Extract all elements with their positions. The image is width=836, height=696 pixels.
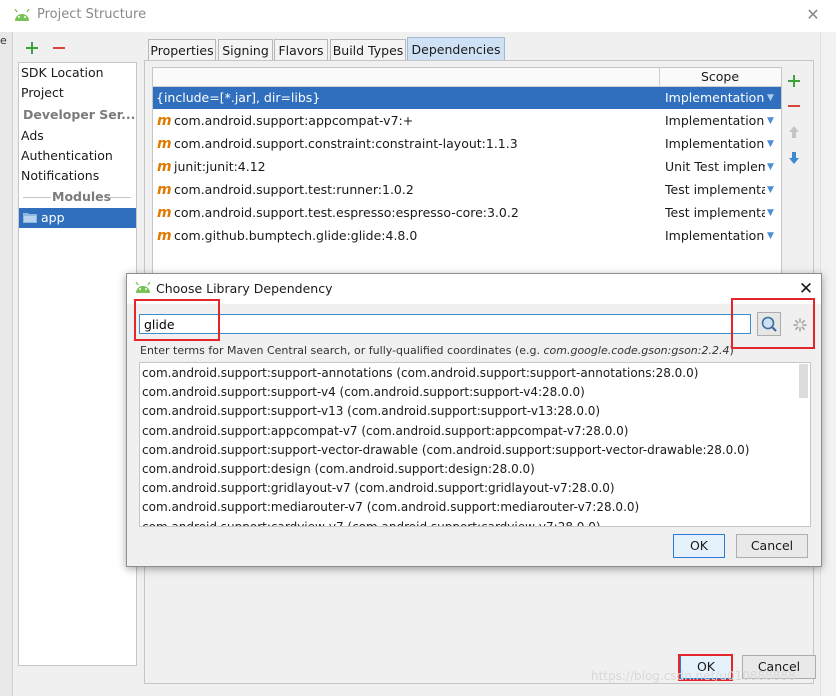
search-field-highlight-box bbox=[134, 299, 220, 341]
tab-dependencies[interactable]: Dependencies bbox=[407, 37, 505, 62]
dialog-ok-button[interactable]: OK bbox=[673, 534, 725, 558]
sidebar-item-app[interactable]: app bbox=[19, 208, 136, 228]
dependency-row[interactable]: mjunit:junit:4.12 Unit Test implem...▼ bbox=[153, 156, 781, 178]
window-close-button[interactable]: ✕ bbox=[802, 4, 824, 26]
move-up-icon[interactable] bbox=[786, 124, 802, 140]
sidebar-item-project[interactable]: Project bbox=[21, 83, 64, 103]
dependency-scope[interactable]: Implementation bbox=[665, 133, 765, 155]
move-down-icon[interactable] bbox=[786, 150, 802, 166]
background-window-right-edge bbox=[820, 32, 836, 696]
dependency-scope[interactable]: Unit Test implem... bbox=[665, 156, 765, 178]
dialog-title: Choose Library Dependency bbox=[156, 281, 333, 296]
search-result-item[interactable]: com.android.support:cardview-v7 (com.and… bbox=[142, 518, 601, 526]
search-hint-prefix: Enter terms for Maven Central search, or… bbox=[140, 344, 544, 357]
search-result-item[interactable]: com.android.support:gridlayout-v7 (com.a… bbox=[142, 479, 615, 498]
dependency-scope[interactable]: Test implementat... bbox=[665, 202, 765, 224]
dependency-name: com.github.bumptech.glide:glide:4.8.0 bbox=[174, 228, 418, 243]
sidebar-item-sdk-location[interactable]: SDK Location bbox=[21, 63, 104, 83]
modules-divider-left bbox=[23, 197, 51, 198]
remove-dependency-icon[interactable] bbox=[786, 98, 802, 114]
tab-signing[interactable]: Signing bbox=[218, 39, 273, 62]
dialog-title-bar: Choose Library Dependency bbox=[127, 274, 821, 304]
dependencies-table-header: Scope bbox=[153, 68, 781, 87]
watermark-text: https://blog.csdn.net/u010888888 bbox=[591, 669, 796, 683]
maven-icon: m bbox=[157, 136, 172, 152]
scope-dropdown-icon[interactable]: ▼ bbox=[767, 225, 774, 247]
maven-icon: m bbox=[157, 228, 172, 244]
tab-properties[interactable]: Properties bbox=[148, 39, 216, 62]
dialog-cancel-button[interactable]: Cancel bbox=[736, 534, 808, 558]
window-title: Project Structure bbox=[37, 7, 147, 22]
choose-library-dialog: Choose Library Dependency ✕ Enter terms … bbox=[126, 273, 822, 567]
search-hint-example: com.google.code.gson:gson:2.2.4 bbox=[543, 344, 730, 357]
dependency-name: com.android.support:appcompat-v7:+ bbox=[174, 113, 414, 128]
dependency-row[interactable]: m com.android.support.test:runner:1.0.2 Te… bbox=[153, 179, 781, 201]
dependency-scope[interactable]: Implementation bbox=[665, 110, 765, 132]
dependency-scope[interactable]: Test implementat... bbox=[665, 179, 765, 201]
dependency-name: com.android.support.constraint:constrain… bbox=[174, 136, 518, 151]
dependency-row[interactable]: m com.github.bumptech.glide:glide:4.8.0 Im… bbox=[153, 225, 781, 247]
search-result-item[interactable]: com.android.support:support-vector-drawa… bbox=[142, 441, 749, 460]
search-result-item[interactable]: com.android.support:support-v13 (com.and… bbox=[142, 402, 600, 421]
dependency-name: com.android.support.test.espresso:espres… bbox=[174, 205, 519, 220]
dependency-scope[interactable]: Implementation bbox=[665, 87, 765, 109]
dependencies-table: Scope {include=[*.jar], dir=libs} Impleme… bbox=[152, 67, 782, 279]
dependency-row[interactable]: m com.android.support.test.espresso:espre… bbox=[153, 202, 781, 224]
scope-dropdown-icon[interactable]: ▼ bbox=[767, 133, 774, 155]
scope-dropdown-icon[interactable]: ▼ bbox=[767, 110, 774, 132]
search-result-item[interactable]: com.android.support:appcompat-v7 (com.an… bbox=[142, 422, 629, 441]
android-icon bbox=[14, 9, 30, 21]
remove-module-icon[interactable] bbox=[51, 40, 67, 56]
dependency-name: junit:junit:4.12 bbox=[174, 159, 266, 174]
dependency-row[interactable]: m com.android.support.constraint:constrai… bbox=[153, 133, 781, 155]
maven-icon: m bbox=[157, 159, 172, 175]
scope-dropdown-icon[interactable]: ▼ bbox=[767, 87, 774, 109]
structure-sidebar: SDK Location Project Developer Ser... Ad… bbox=[18, 62, 137, 666]
library-search-input[interactable] bbox=[139, 314, 751, 334]
android-icon bbox=[135, 282, 151, 293]
sidebar-item-ads[interactable]: Ads bbox=[21, 126, 44, 146]
dependency-name: com.android.support.test:runner:1.0.2 bbox=[174, 182, 414, 197]
sidebar-item-app-label: app bbox=[41, 210, 65, 225]
sidebar-header-developer-services: Developer Ser... bbox=[23, 107, 136, 122]
results-scrollbar-thumb[interactable] bbox=[799, 364, 808, 398]
window-title-bar: Project Structure bbox=[0, 0, 836, 32]
modules-divider-right bbox=[109, 197, 131, 198]
sidebar-header-modules: Modules bbox=[52, 189, 112, 204]
maven-icon: m bbox=[157, 113, 172, 129]
maven-icon: m bbox=[157, 205, 172, 221]
module-folder-icon bbox=[23, 213, 37, 223]
dependency-name: {include=[*.jar], dir=libs} bbox=[156, 90, 321, 105]
search-result-item[interactable]: com.android.support:design (com.android.… bbox=[142, 460, 535, 479]
scope-column-header[interactable]: Scope bbox=[660, 68, 780, 86]
tab-flavors[interactable]: Flavors bbox=[274, 39, 328, 62]
background-window-edge bbox=[0, 32, 13, 696]
add-module-icon[interactable] bbox=[24, 40, 40, 56]
sidebar-item-authentication[interactable]: Authentication bbox=[21, 146, 113, 166]
dialog-close-button[interactable]: ✕ bbox=[795, 278, 817, 300]
dependency-row[interactable]: {include=[*.jar], dir=libs} Implementatio… bbox=[153, 87, 781, 109]
search-result-item[interactable]: com.android.support:support-annotations … bbox=[142, 364, 698, 383]
sidebar-item-notifications[interactable]: Notifications bbox=[21, 166, 99, 186]
scope-dropdown-icon[interactable]: ▼ bbox=[767, 156, 774, 178]
scope-dropdown-icon[interactable]: ▼ bbox=[767, 202, 774, 224]
search-hint: Enter terms for Maven Central search, or… bbox=[140, 344, 734, 357]
search-result-item[interactable]: com.android.support:mediarouter-v7 (com.… bbox=[142, 498, 639, 517]
search-results-list[interactable]: com.android.support:support-annotations … bbox=[139, 362, 811, 527]
add-dependency-icon[interactable] bbox=[786, 73, 802, 89]
tab-build-types[interactable]: Build Types bbox=[330, 39, 406, 62]
search-result-item[interactable]: com.android.support:support-v4 (com.andr… bbox=[142, 383, 585, 402]
scope-dropdown-icon[interactable]: ▼ bbox=[767, 179, 774, 201]
search-button-highlight-box bbox=[731, 298, 815, 349]
dependency-row[interactable]: m com.android.support:appcompat-v7:+ Imple… bbox=[153, 110, 781, 132]
background-edge-text: e bbox=[0, 34, 7, 47]
dependency-scope[interactable]: Implementation bbox=[665, 225, 765, 247]
maven-icon: m bbox=[157, 182, 172, 198]
